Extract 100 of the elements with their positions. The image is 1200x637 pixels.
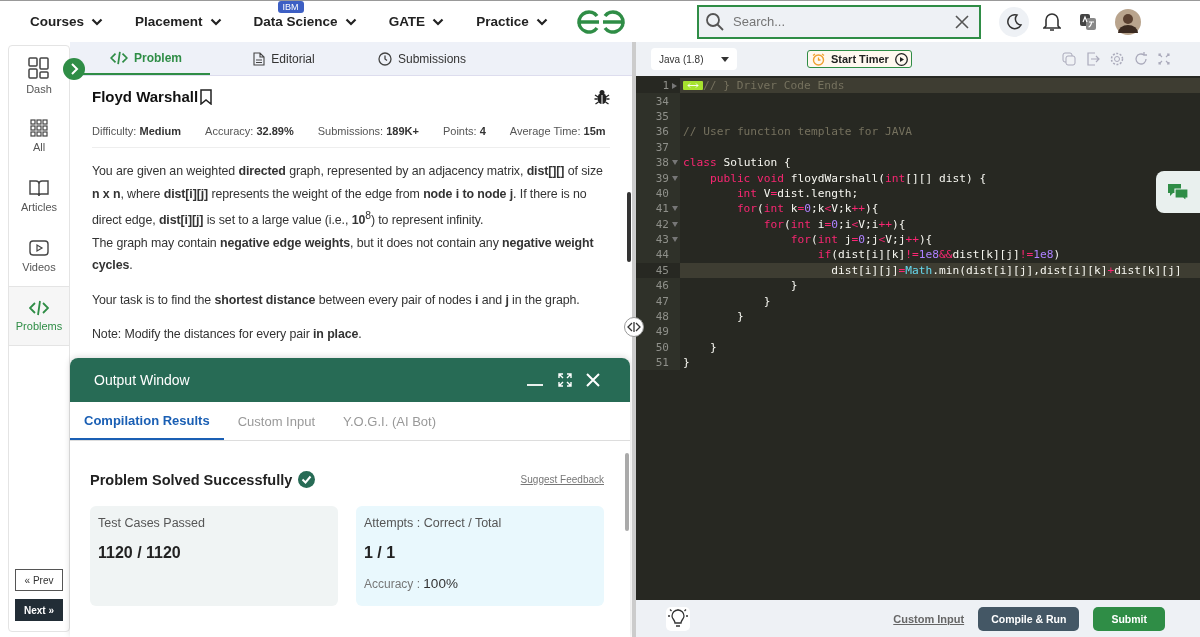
line-number: 37 (655, 140, 669, 154)
sidebar-item[interactable]: Dash (9, 46, 69, 106)
window-title: Output Window (94, 372, 191, 388)
folded-code-icon[interactable] (683, 81, 703, 91)
sidebar-item[interactable]: All (9, 106, 69, 166)
search-field[interactable]: Search... (697, 4, 981, 39)
code-line: int V=dist.length; (735, 186, 859, 200)
line-number: 36 (655, 125, 669, 139)
lightbulb-icon (668, 608, 688, 629)
code-line: public void floydWarshall(int[][] dist) { (708, 171, 987, 185)
code-line: class Solution { (683, 156, 791, 170)
video-icon (29, 239, 49, 257)
fold-arrow-icon[interactable] (671, 206, 678, 212)
nav-menu-item[interactable]: Practice (476, 14, 548, 29)
result-status: Problem Solved Successfully (90, 471, 293, 488)
code-line: } (762, 294, 771, 308)
dashboard-icon (28, 57, 50, 79)
chevron-down-icon (432, 17, 445, 26)
bell-icon[interactable] (1043, 11, 1061, 32)
avatar-icon[interactable] (1115, 8, 1141, 35)
accuracy-text: Accuracy : 100% (364, 576, 459, 591)
nav-menu-item[interactable]: Courses (30, 14, 104, 29)
line-number: 48 (655, 310, 669, 324)
clock-icon (378, 51, 392, 66)
expand-sidebar-icon[interactable] (63, 58, 85, 80)
problem-stat: Difficulty: Medium (92, 125, 182, 137)
language-dropdown[interactable]: Java (1.8) (651, 48, 737, 70)
sidebar-item[interactable]: Problems (9, 286, 69, 346)
suggest-feedback-link[interactable]: Suggest Feedback (520, 474, 604, 485)
grid-icon (30, 119, 48, 137)
code-icon (110, 50, 128, 65)
book-icon (29, 179, 49, 197)
line-number: 51 (655, 356, 669, 370)
problem-tab[interactable]: Editorial (220, 42, 348, 75)
description-paragraph: You are given an weighted directed graph, represented by an adjacency matrix, dist[][] of size n x n, where dist[i][j] represents the weight of the edge from node i to node j. If there is no direct edge, dist[i][j] is set to a large value (i.e., 10$^{8}$) to represent infinity. (92, 163, 604, 230)
fold-arrow-icon[interactable] (671, 175, 678, 181)
line-number: 1 (662, 79, 669, 93)
line-number: 46 (655, 279, 669, 293)
sidebar-item[interactable]: Videos (9, 226, 69, 286)
prev-button[interactable]: « Prev (15, 569, 63, 591)
problem-stat: Submissions: 189K+ (317, 125, 419, 137)
next-button[interactable]: Next » (15, 599, 63, 621)
sidebar-item[interactable]: Articles (9, 166, 69, 226)
bug-icon[interactable] (594, 88, 610, 105)
code-line: dist[i][j]=Math.min(dist[i][j],dist[i][k]+dist[k][j] (830, 263, 1182, 277)
chevron-down-icon (209, 17, 222, 26)
line-number: 49 (655, 325, 669, 339)
fold-arrow-icon[interactable] (671, 237, 678, 243)
code-line: } (683, 356, 690, 370)
chevron-down-icon (535, 17, 548, 26)
start-timer-button[interactable]: Start Timer (807, 50, 912, 68)
line-number: 40 (655, 186, 669, 200)
moon-icon (1005, 12, 1023, 31)
problem-tab[interactable]: Problem (82, 42, 210, 75)
output-tab[interactable]: Compilation Results (70, 402, 224, 440)
code-icon (29, 300, 49, 316)
alarm-clock-icon (812, 52, 825, 66)
line-number: 35 (655, 109, 669, 123)
code-line: for(int i=0;i<V;i++){ (762, 217, 906, 231)
line-number: 34 (655, 94, 669, 108)
code-line: for(int j=0;j<V;j++){ (789, 233, 933, 247)
translate-icon[interactable] (1079, 12, 1097, 31)
close-icon[interactable] (955, 14, 969, 29)
line-number: 50 (655, 340, 669, 354)
resize-handle[interactable] (624, 317, 644, 337)
card-label: Test Cases Passed (98, 516, 206, 530)
scrollbar-thumb[interactable] (625, 453, 629, 531)
fold-arrow-icon[interactable] (671, 221, 678, 227)
dark-mode-button[interactable] (999, 6, 1029, 37)
line-number: 42 (655, 217, 669, 231)
nav-menu-item[interactable]: Placement (135, 14, 222, 29)
custom-input-link[interactable]: Custom Input (893, 612, 965, 625)
line-number: 45 (655, 263, 669, 277)
code-line: } (789, 279, 798, 293)
code-line: } (708, 340, 717, 354)
hint-button[interactable] (666, 606, 690, 631)
description-paragraph: Note: Modify the distances for every pair in place. (92, 326, 363, 344)
bookmark-icon[interactable] (200, 88, 213, 105)
chat-button[interactable] (1156, 171, 1200, 213)
play-icon (894, 52, 908, 66)
nav-menu-item[interactable]: Data Science (253, 14, 357, 29)
check-circle-icon (298, 471, 316, 488)
compile-run-button[interactable]: Compile & Run (978, 606, 1080, 631)
code-line: if(dist[i][k]!=1e8&&dist[k][j]!=1e8) (816, 248, 1061, 262)
fold-arrow-icon[interactable] (671, 160, 678, 166)
chevron-down-icon (91, 17, 104, 26)
code-line: // User function template for JAVA (683, 125, 912, 139)
caret-icon (721, 56, 729, 62)
document-icon (253, 51, 266, 66)
line-number: 44 (655, 248, 669, 262)
fold-arrow-icon[interactable] (672, 82, 677, 89)
logo-icon[interactable] (575, 8, 627, 35)
scrollbar-thumb[interactable] (627, 192, 631, 262)
line-number: 43 (655, 233, 669, 247)
submit-button[interactable]: Submit (1093, 606, 1165, 631)
nav-menu-item[interactable]: GATE (388, 14, 445, 29)
card-label: Attempts : Correct / Total (364, 516, 503, 530)
problem-stat: Points: 4 (442, 125, 486, 137)
problem-tab[interactable]: Submissions (358, 42, 486, 75)
line-number: 41 (655, 202, 669, 216)
